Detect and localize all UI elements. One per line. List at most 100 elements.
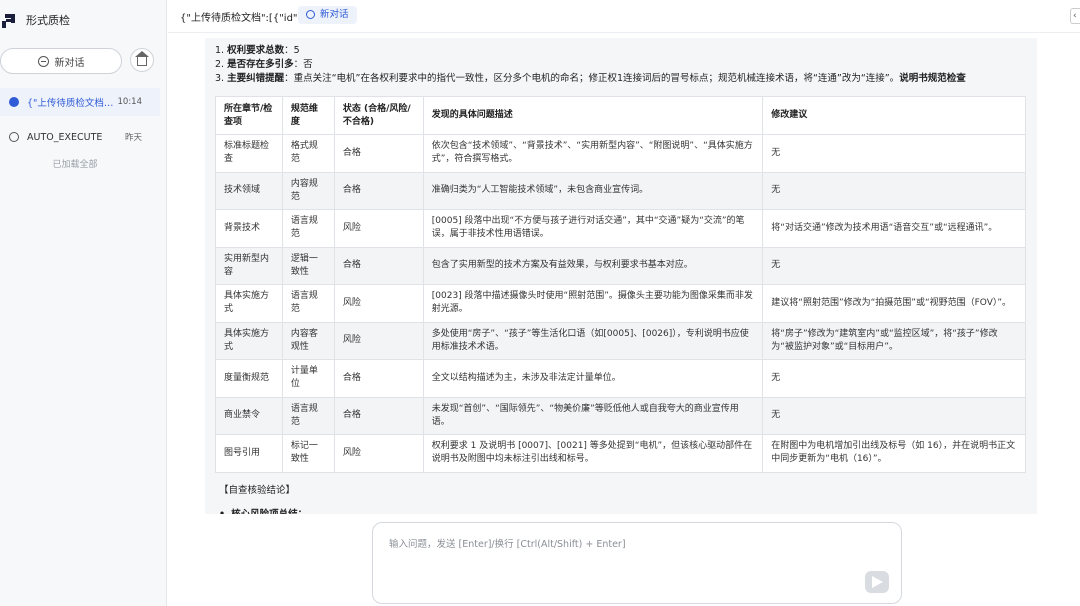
header-section: 所在章节/检查项 — [215, 96, 283, 135]
chat-bubble-icon — [9, 97, 19, 107]
table-row: 标准标题检查 格式规范 合格 依次包含“技术领域”、“背景技术”、“实用新型内容… — [215, 134, 1026, 173]
finding-value: ：否 — [293, 59, 313, 70]
conversation-item[interactable]: AUTO_EXECUTE 昨天 — [0, 123, 160, 151]
finding-label: 主要纠错提醒 — [227, 73, 285, 84]
cell-dimension: 标记一致性 — [281, 434, 335, 473]
app-title: 形式质检 — [26, 14, 70, 27]
conversation-time: 10:14 — [117, 97, 143, 107]
finding-value: ：5 — [284, 45, 300, 56]
cell-status: 合格 — [333, 359, 424, 398]
finding-number: 3. — [215, 73, 228, 84]
chat-input-box[interactable]: 输入问题，发送 [Enter]/换行 [Ctrl(Alt/Shift) + En… — [372, 522, 902, 604]
table-header-row: 所在章节/检查项 规范维度 状态 (合格/风险/不合格) 发现的具体问题描述 修… — [215, 96, 1026, 135]
header-dimension: 规范维度 — [281, 96, 335, 135]
cell-dimension: 格式规范 — [281, 134, 335, 173]
table-row: 商业禁令 语言规范 合格 未发现“首创”、“国际领先”、“物美价廉”等贬低他人或… — [215, 396, 1026, 435]
cell-status: 合格 — [333, 134, 424, 173]
new-chat-button[interactable]: 新对话 — [0, 48, 122, 74]
loaded-all-text: 已加载全部 — [52, 160, 98, 170]
cell-dimension: 语言规范 — [281, 209, 335, 248]
cell-status: 合格 — [333, 396, 424, 435]
cell-description: 准确归类为“人工智能技术领域”，未包含商业宣传词。 — [422, 171, 764, 210]
app-logo-icon — [2, 12, 18, 28]
cell-suggestion: 无 — [762, 396, 1026, 435]
cell-section: 具体实施方式 — [215, 321, 283, 360]
chat-plus-icon — [37, 55, 49, 67]
cell-dimension: 内容客观性 — [281, 321, 335, 360]
cell-dimension: 语言规范 — [281, 396, 335, 435]
cell-section: 商业禁令 — [215, 396, 283, 435]
cell-suggestion: 建议将“照射范围”修改为“拍摄范围”或“视野范围（FOV）”。 — [762, 284, 1026, 323]
cell-suggestion: 无 — [762, 359, 1026, 398]
conversation-time: 昨天 — [124, 133, 142, 143]
cell-status: 风险 — [333, 434, 424, 473]
cell-dimension: 内容规范 — [281, 171, 335, 210]
table-row: 图号引用 标记一致性 风险 权利要求 1 及说明书 [0007]、[0021] … — [215, 434, 1026, 473]
header-description: 发现的具体问题描述 — [422, 96, 764, 135]
cell-description: 全文以结构描述为主，未涉及非法定计量单位。 — [422, 359, 764, 398]
cell-suggestion: 无 — [762, 134, 1026, 173]
cell-section: 技术领域 — [215, 171, 283, 210]
finding-label: 权利要求总数 — [227, 45, 285, 56]
home-icon — [135, 51, 149, 66]
risk-summary-item: 核心风险项总结： — [219, 506, 307, 514]
table-row: 实用新型内容 逻辑一致性 合格 包含了实用新型的技术方案及有益效果，与权利要求书… — [215, 246, 1026, 285]
cell-suggestion: 将“对话交通”修改为技术用语“语音交互”或“远程通讯”。 — [762, 209, 1026, 248]
table-row: 度量衡规范 计量单位 合格 全文以结构描述为主，未涉及非法定计量单位。 无 — [215, 359, 1026, 398]
header-status: 状态 (合格/风险/不合格) — [333, 96, 424, 135]
cell-section: 实用新型内容 — [215, 246, 283, 285]
cell-status: 风险 — [333, 321, 424, 360]
new-chat-tag[interactable]: 新对话 — [298, 6, 357, 24]
cell-dimension: 计量单位 — [281, 359, 335, 398]
cell-dimension: 语言规范 — [281, 284, 335, 323]
cell-description: 未发现“首创”、“国际领先”、“物美价廉”等贬低他人或自我夸大的商业宣传用语。 — [422, 396, 764, 435]
brand: 形式质检 — [0, 10, 70, 30]
finding-item: 3. 主要纠错提醒：重点关注“电机”在各权利要求中的指代一致性，区分多个电机的命… — [215, 72, 966, 86]
spec-review-table: 所在章节/检查项 规范维度 状态 (合格/风险/不合格) 发现的具体问题描述 修… — [215, 96, 1026, 473]
conversation-item-active[interactable]: {"上传待质检文档":[{"... 10:14 — [0, 88, 160, 116]
table-row: 具体实施方式 内容客观性 风险 多处使用“房子”、“孩子”等生活化口语（如[00… — [215, 321, 1026, 360]
cell-suggestion: 无 — [762, 246, 1026, 285]
cell-section: 具体实施方式 — [215, 284, 283, 323]
cell-description: 多处使用“房子”、“孩子”等生活化口语（如[0005]、[0026]），专利说明… — [422, 321, 764, 360]
cell-status: 风险 — [333, 284, 424, 323]
finding-value: ：重点关注“电机”在各权利要求中的指代一致性，区分多个电机的命名；修正权1连接词… — [284, 73, 900, 84]
cell-description: 权利要求 1 及说明书 [0007]、[0021] 等多处提到“电机”，但该核心… — [422, 434, 764, 473]
cell-description: [0005] 段落中出现“不方便与孩子进行对话交通”，其中“交通”疑为“交流”的… — [422, 209, 764, 248]
top-bar: {"上传待质检文档":[{"id":"v 新对话 ‹ — [168, 0, 1080, 33]
cell-description: 包含了实用新型的技术方案及有益效果，与权利要求书基本对应。 — [422, 246, 764, 285]
cell-status: 合格 — [333, 246, 424, 285]
cell-status: 风险 — [333, 209, 424, 248]
conversation-title: AUTO_EXECUTE — [27, 131, 103, 143]
cell-status: 合格 — [333, 171, 424, 210]
cell-description: 依次包含“技术领域”、“背景技术”、“实用新型内容”、“附图说明”、“具体实施方… — [422, 134, 764, 173]
cell-suggestion: 在附图中为电机增加引出线及标号（如 16），并在说明书正文中同步更新为“电机（1… — [762, 434, 1026, 473]
table-row: 背景技术 语言规范 风险 [0005] 段落中出现“不方便与孩子进行对话交通”，… — [215, 209, 1026, 248]
finding-item: 1. 权利要求总数：5 — [215, 44, 966, 58]
chat-input-placeholder: 输入问题，发送 [Enter]/换行 [Ctrl(Alt/Shift) + En… — [389, 539, 626, 550]
clock-icon — [306, 10, 315, 19]
new-chat-label: 新对话 — [54, 57, 85, 69]
new-chat-tag-label: 新对话 — [320, 9, 349, 20]
verify-conclusion-title: 【自查核验结论】 — [219, 485, 296, 496]
conversation-title: {"上传待质检文档":[{"... — [27, 98, 114, 109]
cell-section: 标准标题检查 — [215, 134, 283, 173]
conversation-header-title: {"上传待质检文档":[{"id":"v — [180, 13, 312, 24]
cell-section: 度量衡规范 — [215, 359, 283, 398]
finding-label: 是否存在多引多 — [227, 59, 294, 70]
sidebar: 形式质检 新对话 {"上传待质检文档":[{"... 10:14 AUTO_EX… — [0, 0, 167, 606]
header-suggestion: 修改建议 — [762, 96, 1026, 135]
table-row: 具体实施方式 语言规范 风险 [0023] 段落中描述摄像头时使用“照射范围”。… — [215, 284, 1026, 323]
chat-bubble-icon — [9, 132, 19, 142]
findings-list: 1. 权利要求总数：5 2. 是否存在多引多：否 3. 主要纠错提醒：重点关注“… — [215, 44, 966, 86]
collapse-panel-button[interactable]: ‹ — [1070, 8, 1080, 24]
cell-suggestion: 将“房子”修改为“建筑室内”或“监控区域”，将“孩子”修改为“被监护对象”或“目… — [762, 321, 1026, 360]
finding-number: 1. — [215, 45, 228, 56]
table-row: 技术领域 内容规范 合格 准确归类为“人工智能技术领域”，未包含商业宣传词。 无 — [215, 171, 1026, 210]
finding-number: 2. — [215, 59, 228, 70]
cell-section: 图号引用 — [215, 434, 283, 473]
cell-dimension: 逻辑一致性 — [281, 246, 335, 285]
home-button[interactable] — [130, 48, 154, 72]
section-heading: 说明书规范检查 — [899, 73, 966, 84]
send-button[interactable] — [865, 571, 889, 593]
